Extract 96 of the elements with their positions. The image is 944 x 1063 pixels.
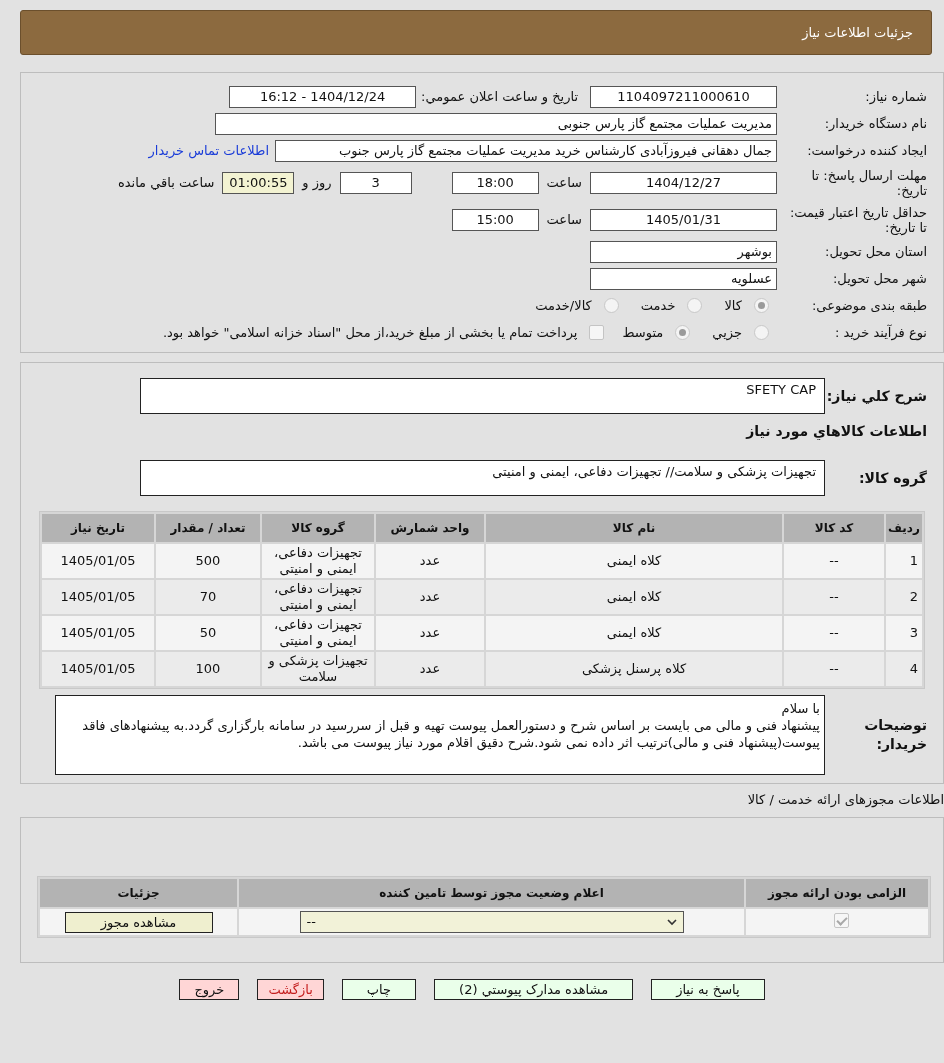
column-header: کد کالا (784, 514, 884, 542)
city-field[interactable]: عسلویه (590, 267, 777, 290)
field-label: تاریخ و ساعت اعلان عمومي: (421, 89, 578, 104)
radio-button[interactable] (754, 325, 769, 340)
action-button[interactable]: بازگشت (257, 979, 324, 1000)
column-header: گروه کالا (262, 514, 374, 542)
radio-label: کالا (724, 298, 742, 313)
radio-button[interactable] (687, 298, 703, 313)
buyer-contact-link[interactable]: اطلاعات تماس خریدار (148, 143, 269, 158)
action-button[interactable]: چاپ (341, 979, 417, 1000)
field-label: توضیحات خریدار: (863, 716, 927, 754)
table-cell: 4 (886, 652, 922, 686)
column-header: الزامی بودن ارائه مجوز (746, 879, 928, 907)
buyer-field[interactable]: مدیریت عملیات مجتمع گاز پارس جنوبی (215, 112, 777, 135)
action-button[interactable]: مشاهده مدارک پیوستي (2) (434, 979, 634, 1000)
table-cell: تجهیزات دفاعی، ایمنی و امنیتی (262, 616, 374, 650)
column-header: تعداد / مقدار (156, 514, 260, 542)
table-cell: 1405/01/05 (42, 544, 154, 578)
table-cell: 2 (886, 580, 922, 614)
table-cell: 1 (886, 544, 922, 578)
table-cell: 1405/01/05 (42, 580, 154, 614)
description-field[interactable]: SFETY CAP (140, 378, 825, 414)
field-label: شماره نیاز: (864, 89, 927, 104)
table-cell: تجهیزات پزشکی و سلامت (262, 652, 374, 686)
deadline-date-field[interactable]: 1404/12/27 (590, 171, 777, 194)
table-cell: 70 (156, 580, 260, 614)
province-field[interactable]: بوشهر (590, 240, 777, 263)
announce-date-field[interactable]: 1404/12/24 - 16:12 (229, 85, 417, 108)
view-license-button[interactable]: مشاهده مجوز (64, 911, 213, 933)
field-label: ساعت (546, 212, 582, 227)
status-dropdown[interactable]: -- (299, 911, 684, 933)
page-title: جزئیات اطلاعات نیاز (802, 25, 913, 40)
field-label: شهر محل تحویل: (831, 271, 927, 286)
radio-label: جزيي (712, 325, 742, 340)
table-cell: تجهیزات دفاعی، ایمنی و امنیتی (262, 544, 374, 578)
column-header: اعلام وضعیت مجوز توسط تامین کننده (239, 879, 744, 907)
table-cell: 100 (156, 652, 260, 686)
radio-label: خدمت (640, 298, 676, 313)
table-cell: 500 (156, 544, 260, 578)
table-cell: -- (784, 544, 884, 578)
field-label: استان محل تحویل: (824, 244, 927, 259)
column-header: ردیف (886, 514, 922, 542)
buyer-notes-field[interactable] (55, 695, 825, 775)
days-field[interactable]: 3 (339, 171, 412, 194)
table-cell: کلاه ایمنی (486, 580, 782, 614)
checkbox[interactable] (589, 325, 605, 340)
section-title: اطلاعات كالاهاي مورد نیاز (744, 422, 928, 442)
field-label: گروه کالا: (857, 468, 927, 488)
table-cell: کلاه ایمنی (486, 544, 782, 578)
field-label: روز و (302, 175, 332, 190)
remaining-time-field: 01:00:55 (222, 171, 295, 194)
table-cell: -- (784, 652, 884, 686)
checkbox-label: پرداخت تمام یا بخشی از مبلغ خرید،از محل "اسناد خزانه اسلامی" خواهد بود. (162, 325, 578, 340)
deadline-time-field[interactable]: 18:00 (451, 171, 539, 194)
section-title: اطلاعات مجوزهای ارائه خدمت / کالا (746, 791, 944, 810)
field-label: نوع فرآیند خرید : (834, 325, 927, 340)
field-label: مهلت ارسال پاسخ: تا تاریخ: (810, 167, 927, 198)
table-cell: عدد (376, 580, 484, 614)
field-label: ساعت باقي مانده (117, 175, 215, 190)
column-header: واحد شمارش (376, 514, 484, 542)
radio-label: کالا/خدمت (535, 298, 592, 313)
field-label: حداقل تاریخ اعتبار قیمت: تا تاریخ: (788, 204, 927, 235)
table-cell: 50 (156, 616, 260, 650)
field-label: نام دستگاه خریدار: (823, 116, 927, 131)
field-label: ایجاد کننده درخواست: (806, 143, 927, 158)
table-cell: 3 (886, 616, 922, 650)
table-cell: کلاه ایمنی (486, 616, 782, 650)
radio-button[interactable] (603, 298, 619, 313)
validity-date-field[interactable]: 1405/01/31 (590, 208, 777, 231)
radio-label: متوسط (622, 325, 664, 340)
table-cell: عدد (376, 544, 484, 578)
table-cell: کلاه پرسنل پزشکی (486, 652, 782, 686)
table-cell: 1405/01/05 (42, 616, 154, 650)
notes-text: با سلام (780, 700, 820, 717)
field-label: شرح كلي نیاز: (825, 388, 927, 404)
column-header: نام کالا (486, 514, 782, 542)
chevron-down-icon (666, 918, 677, 926)
field-label: ساعت (546, 175, 582, 190)
radio-button[interactable] (675, 325, 691, 340)
table-cell: 1405/01/05 (42, 652, 154, 686)
goods-group-field[interactable]: تجهیزات پزشکی و سلامت// تجهیزات دفاعی، ایمنی و امنیتی (140, 460, 825, 496)
radio-button[interactable] (754, 298, 769, 313)
table-cell: عدد (376, 652, 484, 686)
notes-text: پیشنهاد فنی و مالی می بایست بر اساس شرح و دستورالعمل پیوست تهیه و قبل از سررسید در سامانه بارگزاری گردد.به پیشنهادهای فاقد پیوست(پیشنهاد فنی و مالی)ترتیب اثر داده نمی شود.شرح دقیق اقلام مورد نیاز پیوست می باشد. (81, 717, 820, 751)
table-cell: -- (784, 616, 884, 650)
action-button[interactable]: خروج (179, 979, 240, 1000)
need-number-field[interactable]: 1104097211000610 (590, 85, 777, 108)
column-header: جزئیات (40, 879, 237, 907)
table-cell: -- (784, 580, 884, 614)
creator-field[interactable]: جمال دهقانی فیروزآبادی کارشناس خرید مدیریت عملیات مجتمع گاز پارس جنوب (275, 139, 777, 162)
column-header: تاریخ نیاز (42, 514, 154, 542)
action-button[interactable]: پاسخ به نیاز (651, 979, 765, 1000)
field-label: طبقه بندی موضوعی: (810, 298, 927, 313)
validity-time-field[interactable]: 15:00 (451, 208, 539, 231)
table-cell: تجهیزات دفاعی، ایمنی و امنیتی (262, 580, 374, 614)
table-cell: عدد (376, 616, 484, 650)
